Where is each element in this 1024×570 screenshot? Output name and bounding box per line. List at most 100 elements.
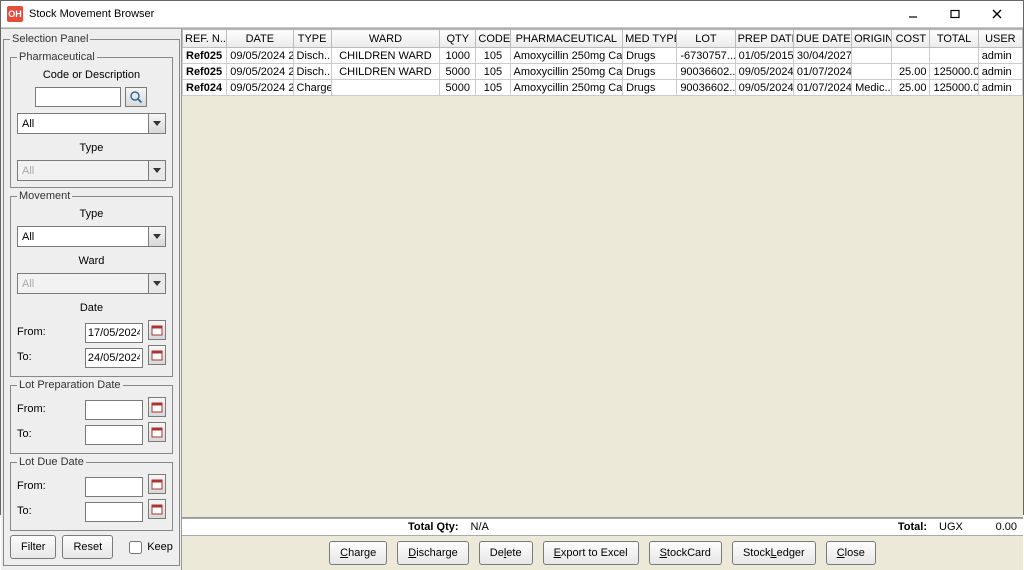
lot-prep-to-picker[interactable]	[148, 422, 166, 442]
stockledger-button[interactable]: Stock Ledger	[732, 541, 816, 565]
lot-due-from-picker[interactable]	[148, 474, 166, 494]
total-currency: UGX	[933, 521, 973, 533]
movement-ward-combo[interactable]: All	[17, 273, 166, 294]
date-from-picker[interactable]	[148, 320, 166, 340]
cell-user: admin	[978, 48, 1022, 64]
maximize-button[interactable]	[935, 1, 975, 27]
cell-total: 125000.0	[930, 80, 978, 96]
pharma-type-combo-button[interactable]	[148, 160, 166, 181]
cell-ward: CHILDREN WARD	[331, 64, 440, 80]
lot-due-to-input[interactable]	[85, 502, 143, 522]
column-header[interactable]: TOTAL	[930, 30, 978, 48]
export-button[interactable]: Export to Excel	[543, 541, 639, 565]
cell-lot: -6730757...	[677, 48, 735, 64]
cell-user: admin	[978, 80, 1022, 96]
cell-lot: 90036602...	[677, 64, 735, 80]
lot-due-fieldset: Lot Due Date From: To:	[10, 456, 173, 531]
lot-due-legend: Lot Due Date	[17, 456, 86, 468]
calendar-icon	[151, 349, 163, 361]
results-panel: REF. N..DATETYPEWARDQTYCODEPHARMACEUTICA…	[182, 29, 1023, 570]
column-header[interactable]: QTY	[440, 30, 476, 48]
pharma-type-combo[interactable]: All	[17, 160, 166, 181]
stockcard-button[interactable]: StockCard	[649, 541, 722, 565]
close-button[interactable]: Close	[826, 541, 876, 565]
keep-label: Keep	[147, 541, 173, 553]
total-qty-value: N/A	[465, 521, 495, 533]
movement-type-combo-text: All	[17, 226, 148, 247]
column-header[interactable]: WARD	[331, 30, 440, 48]
cell-ward: CHILDREN WARD	[331, 48, 440, 64]
calendar-icon	[151, 426, 163, 438]
date-to-picker[interactable]	[148, 345, 166, 365]
table-header-row: REF. N..DATETYPEWARDQTYCODEPHARMACEUTICA…	[183, 30, 1023, 48]
search-button[interactable]	[125, 87, 147, 107]
selection-panel-fieldset: Selection Panel Pharmaceutical Code or D…	[3, 33, 180, 566]
column-header[interactable]: COST	[892, 30, 930, 48]
content-area: Selection Panel Pharmaceutical Code or D…	[1, 28, 1023, 570]
cell-pharm: Amoxycillin 250mg Caps	[510, 64, 623, 80]
cell-origin	[852, 48, 892, 64]
cell-prep: 09/05/2024	[735, 80, 793, 96]
table-row[interactable]: Ref02509/05/2024 2...Disch...CHILDREN WA…	[183, 64, 1023, 80]
pharma-combo-button[interactable]	[148, 113, 166, 134]
column-header[interactable]: DUE DATE	[793, 30, 851, 48]
movement-type-combo-button[interactable]	[148, 226, 166, 247]
delete-button[interactable]: Delete	[479, 541, 533, 565]
date-to-input[interactable]	[85, 348, 143, 368]
column-header[interactable]: TYPE	[293, 30, 331, 48]
column-header[interactable]: ORIGIN	[852, 30, 892, 48]
cell-type: Charge	[293, 80, 331, 96]
selection-panel: Selection Panel Pharmaceutical Code or D…	[1, 29, 182, 570]
keep-checkbox[interactable]	[129, 541, 142, 554]
pharma-legend: Pharmaceutical	[17, 51, 97, 63]
lot-due-to-picker[interactable]	[148, 499, 166, 519]
reset-button[interactable]: Reset	[62, 535, 113, 559]
cell-origin: Medic...	[852, 80, 892, 96]
total-qty-label: Total Qty:	[402, 521, 465, 533]
discharge-button[interactable]: Discharge	[397, 541, 469, 565]
lot-due-from-input[interactable]	[85, 477, 143, 497]
cell-total	[930, 48, 978, 64]
movement-ward-combo-button[interactable]	[148, 273, 166, 294]
cell-date: 09/05/2024 2...	[227, 64, 293, 80]
date-to-label: To:	[17, 351, 59, 363]
lot-prep-legend: Lot Preparation Date	[17, 379, 123, 391]
action-bar: Charge Discharge Delete Export to Excel …	[182, 536, 1023, 570]
movement-ward-combo-text: All	[17, 273, 148, 294]
cell-qty: 1000	[440, 48, 476, 64]
lot-prep-to-input[interactable]	[85, 425, 143, 445]
cell-ref: Ref025	[183, 48, 227, 64]
column-header[interactable]: PREP DATE	[735, 30, 793, 48]
movement-type-combo[interactable]: All	[17, 226, 166, 247]
column-header[interactable]: PHARMACEUTICAL	[510, 30, 623, 48]
code-or-desc-label: Code or Description	[17, 69, 166, 81]
column-header[interactable]: MED TYPE	[623, 30, 677, 48]
cell-user: admin	[978, 64, 1022, 80]
cell-medtype: Drugs	[623, 64, 677, 80]
pharma-search-input[interactable]	[35, 87, 121, 107]
column-header[interactable]: CODE	[476, 30, 510, 48]
column-header[interactable]: LOT	[677, 30, 735, 48]
table-row[interactable]: Ref02409/05/2024 2...Charge5000105Amoxyc…	[183, 80, 1023, 96]
table-row[interactable]: Ref02509/05/2024 2...Disch...CHILDREN WA…	[183, 48, 1023, 64]
pharma-type-label: Type	[17, 142, 166, 154]
search-icon	[129, 90, 143, 104]
cell-date: 09/05/2024 2...	[227, 80, 293, 96]
filter-button[interactable]: Filter	[10, 535, 56, 559]
lot-prep-from-input[interactable]	[85, 400, 143, 420]
close-window-button[interactable]	[977, 1, 1017, 27]
total-label: Total:	[892, 521, 933, 533]
chevron-down-icon	[153, 168, 161, 173]
lot-prep-from-picker[interactable]	[148, 397, 166, 417]
column-header[interactable]: DATE	[227, 30, 293, 48]
cell-ref: Ref025	[183, 64, 227, 80]
minimize-button[interactable]	[893, 1, 933, 27]
date-from-input[interactable]	[85, 323, 143, 343]
cell-medtype: Drugs	[623, 48, 677, 64]
column-header[interactable]: USER	[978, 30, 1022, 48]
cell-lot: 90036602...	[677, 80, 735, 96]
charge-button[interactable]: Charge	[329, 541, 387, 565]
column-header[interactable]: REF. N..	[183, 30, 227, 48]
pharma-combo[interactable]: All	[17, 113, 166, 134]
table-scroll[interactable]: REF. N..DATETYPEWARDQTYCODEPHARMACEUTICA…	[182, 29, 1023, 518]
